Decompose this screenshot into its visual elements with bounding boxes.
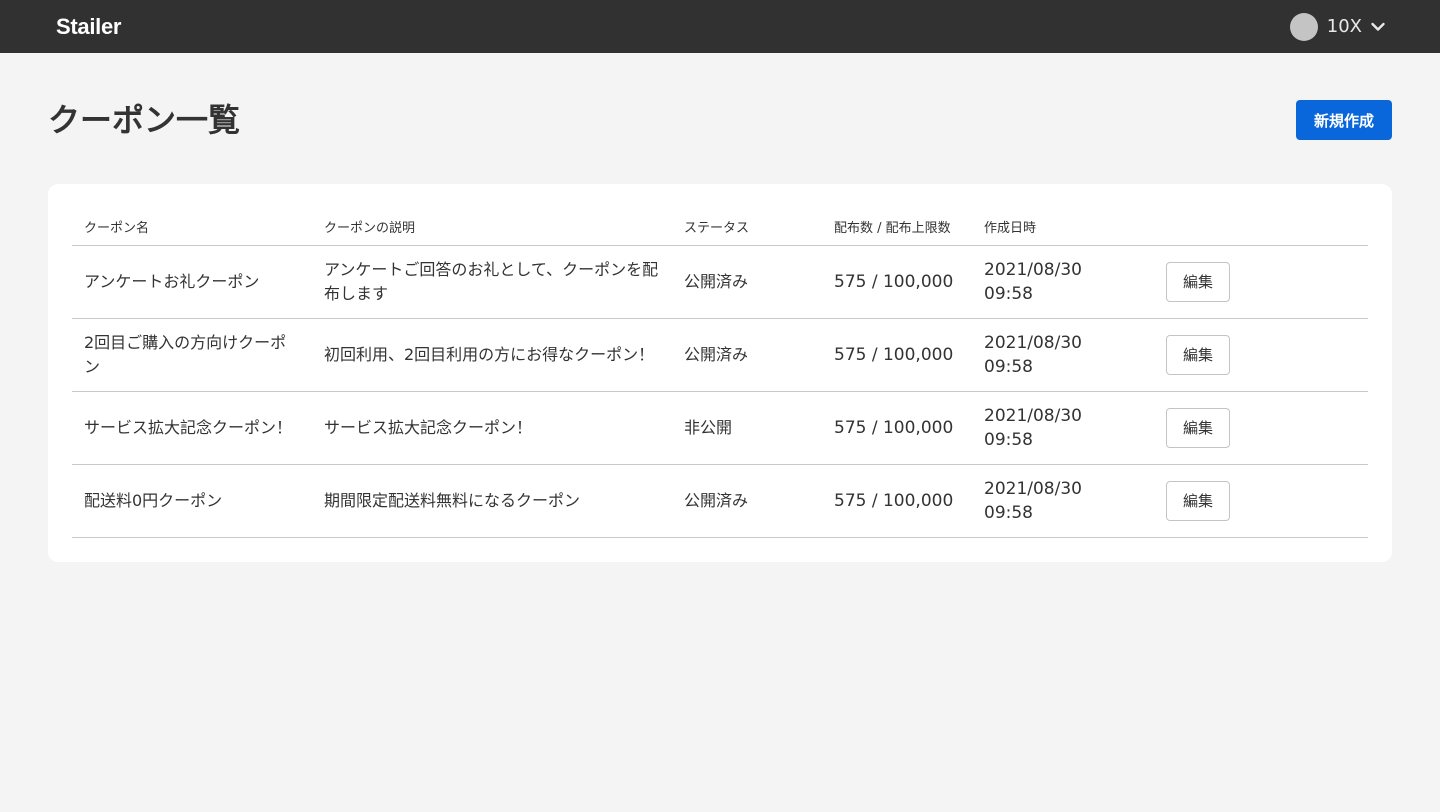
coupon-name: アンケートお礼クーポン: [72, 245, 312, 319]
app-logo[interactable]: Stailer: [56, 14, 121, 40]
coupon-name: サービス拡大記念クーポン！: [72, 391, 312, 465]
chevron-down-icon[interactable]: [1370, 19, 1386, 35]
coupon-created: 2021/08/30 09:58: [972, 318, 1153, 392]
coupon-created: 2021/08/30 09:58: [972, 391, 1153, 465]
table-header-row: クーポン名 クーポンの説明 ステータス 配布数 / 配布上限数 作成日時: [72, 208, 1368, 246]
coupon-distribution: 575 / 100,000: [822, 464, 972, 538]
column-header-status: ステータス: [672, 208, 822, 246]
table-row: サービス拡大記念クーポン！ サービス拡大記念クーポン！ 非公開 575 / 10…: [72, 391, 1368, 465]
coupon-description: アンケートご回答のお礼として、クーポンを配布します: [312, 245, 672, 319]
account-menu[interactable]: 10X: [1289, 12, 1386, 41]
account-name[interactable]: 10X: [1327, 16, 1362, 37]
edit-button[interactable]: 編集: [1166, 261, 1230, 302]
edit-button[interactable]: 編集: [1166, 407, 1230, 448]
table-row: 配送料0円クーポン 期間限定配送料無料になるクーポン 公開済み 575 / 10…: [72, 464, 1368, 538]
actions-cell: 編集: [1153, 318, 1368, 392]
edit-button[interactable]: 編集: [1166, 480, 1230, 521]
column-header-description: クーポンの説明: [312, 208, 672, 246]
coupon-distribution: 575 / 100,000: [822, 391, 972, 465]
coupon-name: 2回目ご購入の方向けクーポン: [72, 318, 312, 392]
coupon-status: 非公開: [672, 391, 822, 465]
top-navigation-bar: Stailer 10X: [0, 0, 1440, 53]
edit-button[interactable]: 編集: [1166, 334, 1230, 375]
page-title: クーポン一覧: [48, 101, 241, 139]
coupon-distribution: 575 / 100,000: [822, 318, 972, 392]
column-header-name: クーポン名: [72, 208, 312, 246]
actions-cell: 編集: [1153, 245, 1368, 319]
coupon-description: 期間限定配送料無料になるクーポン: [312, 464, 672, 538]
coupon-status: 公開済み: [672, 245, 822, 319]
actions-cell: 編集: [1153, 464, 1368, 538]
coupon-distribution: 575 / 100,000: [822, 245, 972, 319]
create-coupon-button[interactable]: 新規作成: [1296, 100, 1392, 140]
column-header-distribution: 配布数 / 配布上限数: [822, 208, 972, 246]
actions-cell: 編集: [1153, 391, 1368, 465]
avatar[interactable]: [1289, 12, 1318, 41]
coupon-status: 公開済み: [672, 318, 822, 392]
table-row: アンケートお礼クーポン アンケートご回答のお礼として、クーポンを配布します 公開…: [72, 245, 1368, 319]
coupon-table-card: クーポン名 クーポンの説明 ステータス 配布数 / 配布上限数 作成日時 アンケ…: [48, 184, 1392, 562]
coupon-table: クーポン名 クーポンの説明 ステータス 配布数 / 配布上限数 作成日時 アンケ…: [72, 208, 1368, 538]
coupon-status: 公開済み: [672, 464, 822, 538]
column-header-actions: [1153, 208, 1368, 246]
table-row: 2回目ご購入の方向けクーポン 初回利用、2回目利用の方にお得なクーポン！ 公開済…: [72, 318, 1368, 392]
coupon-created: 2021/08/30 09:58: [972, 464, 1153, 538]
coupon-description: サービス拡大記念クーポン！: [312, 391, 672, 465]
coupon-name: 配送料0円クーポン: [72, 464, 312, 538]
page-header: クーポン一覧 新規作成: [0, 53, 1440, 184]
coupon-created: 2021/08/30 09:58: [972, 245, 1153, 319]
coupon-description: 初回利用、2回目利用の方にお得なクーポン！: [312, 318, 672, 392]
column-header-created: 作成日時: [972, 208, 1153, 246]
